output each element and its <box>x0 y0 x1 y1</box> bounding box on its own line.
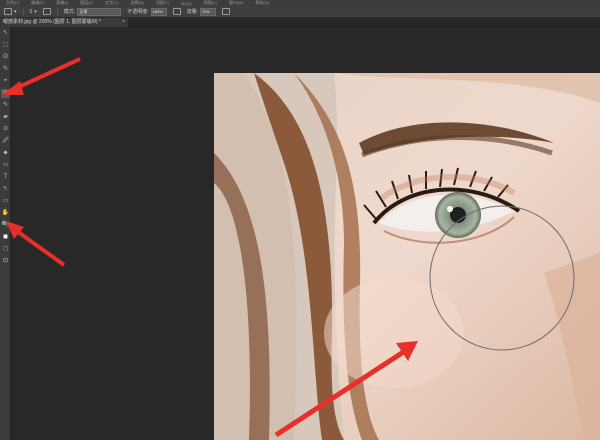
history-brush-tool-icon[interactable]: 🖉 <box>1 137 10 146</box>
brush-size-group[interactable]: 5 ▾ <box>30 9 37 15</box>
marquee-tool-icon[interactable]: ⬚ <box>1 41 10 50</box>
separator <box>22 7 24 16</box>
flow-label: 流量: <box>186 9 198 15</box>
close-icon[interactable]: × <box>122 18 125 27</box>
document-tab[interactable]: 眼部素材.jpg @ 200% (图层 1, 图层蒙版/8) * × <box>0 18 128 27</box>
brush-panel-toggle-icon[interactable] <box>42 8 51 15</box>
airbrush-icon[interactable] <box>221 8 230 15</box>
dropdown-arrow-icon[interactable]: ▾ <box>34 9 37 15</box>
flow-field[interactable]: 70% <box>199 7 216 16</box>
menu-3d[interactable]: 3D(D) <box>181 1 192 6</box>
shape-tool-icon[interactable]: ▭ <box>1 197 10 206</box>
annotation-arrow <box>274 341 418 438</box>
type-tool-icon[interactable]: T <box>1 173 10 182</box>
tool-preset-group[interactable]: ▾ <box>4 8 17 15</box>
annotation-arrow <box>2 57 81 95</box>
eraser-tool-icon[interactable]: ⬥ <box>1 149 10 158</box>
flow-group: 流量: 70% <box>186 7 216 16</box>
mode-select[interactable]: 正常 <box>77 7 122 16</box>
options-bar: ▾ 5 ▾ 模式: 正常 不透明度: 100% 流量: 70% <box>0 6 600 18</box>
clone-stamp-tool-icon[interactable]: ⊙ <box>1 125 10 134</box>
opacity-label: 不透明度: <box>127 9 149 15</box>
annotation-arrow <box>6 221 66 267</box>
brush-tool-icon[interactable]: ▰ <box>1 113 10 122</box>
brush-preset-icon[interactable] <box>4 8 12 15</box>
path-selection-tool-icon[interactable]: ↖ <box>1 185 10 194</box>
pressure-opacity-icon[interactable] <box>172 8 181 15</box>
separator <box>56 7 58 16</box>
document-tab-bar: 眼部素材.jpg @ 200% (图层 1, 图层蒙版/8) * × <box>0 18 600 27</box>
move-tool-icon[interactable]: ↖ <box>1 29 10 38</box>
opacity-field[interactable]: 100% <box>150 7 167 16</box>
gradient-tool-icon[interactable]: ▭ <box>1 161 10 170</box>
opacity-group: 不透明度: 100% <box>127 7 167 16</box>
mode-label: 模式: <box>63 9 76 15</box>
document-tab-title: 眼部素材.jpg @ 200% (图层 1, 图层蒙版/8) * <box>3 19 101 25</box>
mode-group: 模式: 正常 <box>63 7 122 16</box>
dropdown-arrow-icon[interactable]: ▾ <box>14 9 17 15</box>
brush-size-value[interactable]: 5 <box>30 9 33 15</box>
